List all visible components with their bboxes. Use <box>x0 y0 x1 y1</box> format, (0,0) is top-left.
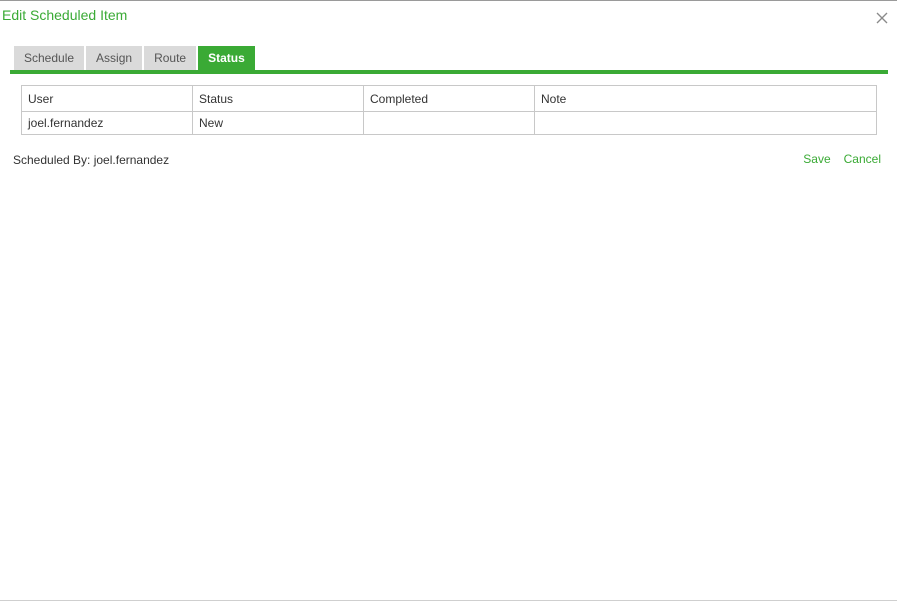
column-header-completed: Completed <box>363 85 535 112</box>
tab-underline-bar <box>10 70 888 74</box>
cell-note <box>534 111 877 135</box>
dialog-title: Edit Scheduled Item <box>2 7 128 23</box>
cell-user: joel.fernandez <box>21 111 193 135</box>
edit-scheduled-item-dialog: Edit Scheduled Item Schedule Assign Rout… <box>0 0 897 601</box>
scheduled-by-label: Scheduled By: joel.fernandez <box>13 153 170 167</box>
column-header-note: Note <box>534 85 877 112</box>
column-header-status: Status <box>192 85 364 112</box>
cell-completed <box>363 111 535 135</box>
tab-schedule[interactable]: Schedule <box>14 46 85 70</box>
save-button[interactable]: Save <box>803 152 830 166</box>
tab-assign[interactable]: Assign <box>86 46 143 70</box>
dialog-actions: Save Cancel <box>803 152 881 166</box>
tab-strip: Schedule Assign Route Status <box>14 46 255 70</box>
close-icon[interactable] <box>876 11 888 24</box>
cancel-button[interactable]: Cancel <box>844 152 881 166</box>
column-header-user: User <box>21 85 193 112</box>
status-table: User Status Completed Note joel.fernande… <box>21 85 877 135</box>
table-row: joel.fernandez New <box>21 111 877 135</box>
tab-status[interactable]: Status <box>198 46 255 70</box>
tab-route[interactable]: Route <box>144 46 197 70</box>
table-header-row: User Status Completed Note <box>21 85 877 112</box>
cell-status: New <box>192 111 364 135</box>
